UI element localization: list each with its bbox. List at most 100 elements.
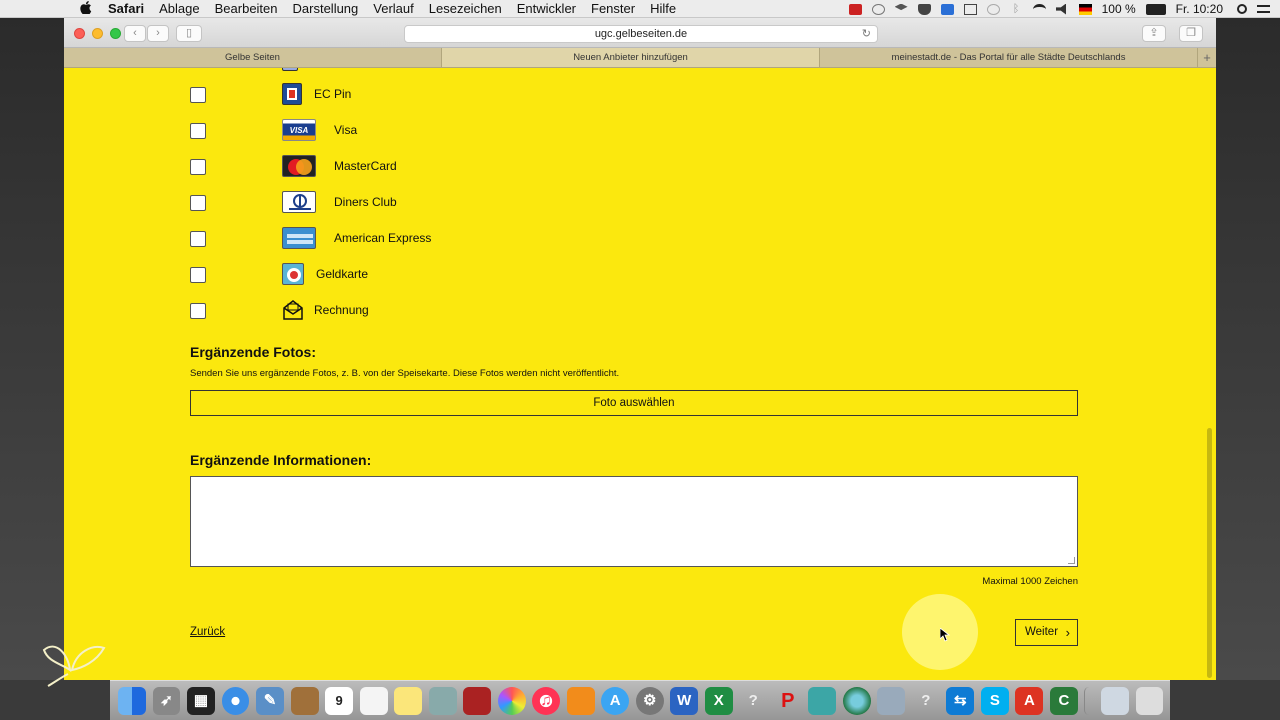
ec-pin-checkbox[interactable] bbox=[190, 87, 206, 103]
skype-icon[interactable]: S bbox=[980, 686, 1009, 715]
unknown-app-2-icon[interactable]: ? bbox=[912, 687, 940, 715]
menu-verlauf[interactable]: Verlauf bbox=[373, 1, 413, 16]
scrollbar[interactable] bbox=[1207, 428, 1212, 678]
teamviewer-icon[interactable]: ⇆ bbox=[946, 686, 975, 715]
menu-entwickler[interactable]: Entwickler bbox=[517, 1, 576, 16]
calendar-icon[interactable]: 9 bbox=[325, 686, 354, 715]
notes-icon[interactable] bbox=[394, 686, 423, 715]
mail-icon[interactable] bbox=[428, 686, 457, 715]
mastercard-label: MasterCard bbox=[334, 159, 397, 173]
butterfly-logo-icon bbox=[42, 645, 106, 687]
word-icon[interactable]: W bbox=[670, 686, 699, 715]
photo-booth-icon[interactable] bbox=[463, 686, 492, 715]
visa-icon: VISA bbox=[282, 119, 316, 141]
tab-meinestadt[interactable]: meinestadt.de - Das Portal für alle Städ… bbox=[820, 48, 1198, 67]
unknown-app-icon[interactable]: ? bbox=[739, 687, 767, 715]
menu-fenster[interactable]: Fenster bbox=[591, 1, 635, 16]
page-content: EC Pin VISA Visa MasterCard Diners Club … bbox=[64, 68, 1216, 680]
fullscreen-window-icon[interactable] bbox=[110, 28, 121, 39]
german-flag-icon[interactable] bbox=[1078, 3, 1092, 15]
acrobat-icon[interactable]: A bbox=[1015, 686, 1044, 715]
rechnung-icon bbox=[282, 299, 304, 321]
ibooks-icon[interactable] bbox=[566, 686, 595, 715]
tab-neuen-anbieter[interactable]: Neuen Anbieter hinzufügen bbox=[442, 48, 820, 67]
sidebar-icon[interactable]: ▯ bbox=[176, 25, 202, 42]
rechnung-label: Rechnung bbox=[314, 303, 369, 317]
address-bar[interactable]: ugc.gelbeseiten.de ↻ bbox=[404, 25, 878, 43]
show-all-tabs-icon[interactable]: ❐ bbox=[1179, 25, 1203, 42]
shield-icon[interactable] bbox=[917, 3, 931, 15]
dropbox-icon[interactable] bbox=[894, 3, 908, 11]
sync-icon[interactable] bbox=[871, 3, 885, 15]
airplay-icon[interactable] bbox=[963, 3, 977, 15]
system-preferences-icon[interactable]: ⚙ bbox=[635, 686, 664, 715]
photos-icon[interactable] bbox=[497, 686, 526, 715]
clock[interactable]: Fr. 10:20 bbox=[1176, 2, 1223, 16]
next-button[interactable]: Weiter › bbox=[1015, 619, 1078, 646]
apple-menu-icon[interactable] bbox=[80, 0, 94, 17]
visa-checkbox[interactable] bbox=[190, 123, 206, 139]
payment-option-rechnung: Rechnung bbox=[190, 300, 369, 320]
american-express-checkbox[interactable] bbox=[190, 231, 206, 247]
url-text: ugc.gelbeseiten.de bbox=[594, 28, 688, 40]
partial-payment-icon bbox=[282, 68, 298, 71]
messenger-icon[interactable] bbox=[808, 686, 837, 715]
battery-icon[interactable] bbox=[1145, 3, 1166, 15]
close-window-icon[interactable] bbox=[74, 28, 85, 39]
reload-icon[interactable]: ↻ bbox=[862, 26, 871, 42]
time-machine-icon[interactable] bbox=[986, 3, 1000, 15]
safari-icon[interactable] bbox=[221, 686, 250, 715]
resize-handle-icon[interactable] bbox=[1068, 557, 1075, 564]
globe-icon[interactable] bbox=[842, 686, 871, 715]
app-store-icon[interactable]: A bbox=[601, 686, 630, 715]
trash-icon[interactable] bbox=[1135, 686, 1164, 715]
red-app-icon[interactable] bbox=[848, 3, 862, 15]
mouse-cursor-icon bbox=[940, 628, 950, 642]
spotlight-search-icon[interactable] bbox=[1237, 4, 1247, 14]
diners-club-label: Diners Club bbox=[334, 195, 397, 209]
menu-hilfe[interactable]: Hilfe bbox=[650, 1, 676, 16]
dock-separator bbox=[1084, 686, 1094, 715]
share-icon[interactable]: ⇪ bbox=[1142, 25, 1166, 42]
ec-pin-icon bbox=[282, 83, 302, 105]
new-tab-icon[interactable]: + bbox=[1198, 48, 1216, 67]
back-link[interactable]: Zurück bbox=[190, 626, 225, 638]
ec-pin-label: EC Pin bbox=[314, 87, 352, 101]
finder-icon[interactable] bbox=[118, 686, 146, 715]
reminders-icon[interactable] bbox=[359, 686, 388, 715]
back-icon[interactable]: ‹ bbox=[124, 25, 146, 42]
mastercard-checkbox[interactable] bbox=[190, 159, 206, 175]
downloads-folder-icon[interactable] bbox=[1101, 686, 1129, 715]
mastercard-icon bbox=[282, 155, 316, 177]
menu-safari[interactable]: Safari bbox=[108, 1, 144, 16]
menu-darstellung[interactable]: Darstellung bbox=[293, 1, 359, 16]
dock: ➶ ▦ ✎ 9 ♫ A ⚙ W X ? P ? ⇆ S A C bbox=[110, 680, 1170, 720]
forward-icon[interactable]: › bbox=[147, 25, 169, 42]
rechnung-checkbox[interactable] bbox=[190, 303, 206, 319]
volume-icon[interactable] bbox=[1055, 3, 1066, 15]
menu-lesezeichen[interactable]: Lesezeichen bbox=[429, 1, 502, 16]
contacts-icon[interactable] bbox=[290, 686, 319, 715]
utilities-icon[interactable] bbox=[877, 686, 906, 715]
bluetooth-icon[interactable]: ᛒ bbox=[1010, 3, 1023, 15]
tab-gelbe-seiten[interactable]: Gelbe Seiten bbox=[64, 48, 442, 67]
geldkarte-checkbox[interactable] bbox=[190, 267, 206, 283]
select-photo-button[interactable]: Foto auswählen bbox=[190, 390, 1078, 416]
camtasia-icon[interactable]: C bbox=[1049, 686, 1078, 715]
wifi-icon[interactable] bbox=[1032, 3, 1046, 15]
itunes-icon[interactable]: ♫ bbox=[532, 686, 561, 715]
info-textarea[interactable] bbox=[190, 476, 1078, 567]
mission-control-icon[interactable]: ▦ bbox=[187, 686, 215, 715]
minimize-window-icon[interactable] bbox=[92, 28, 103, 39]
diners-club-checkbox[interactable] bbox=[190, 195, 206, 211]
photos-heading: Ergänzende Fotos: bbox=[190, 344, 317, 360]
preview-icon[interactable]: ✎ bbox=[256, 686, 284, 715]
launchpad-icon[interactable]: ➶ bbox=[152, 686, 181, 715]
excel-icon[interactable]: X bbox=[704, 686, 733, 715]
menu-bearbeiten[interactable]: Bearbeiten bbox=[215, 1, 278, 16]
tab-bar: Gelbe Seiten Neuen Anbieter hinzufügen m… bbox=[64, 48, 1216, 68]
notification-center-icon[interactable] bbox=[1257, 5, 1270, 13]
p-app-icon[interactable]: P bbox=[774, 687, 802, 715]
s-app-icon[interactable] bbox=[940, 3, 954, 15]
menu-ablage[interactable]: Ablage bbox=[159, 1, 199, 16]
